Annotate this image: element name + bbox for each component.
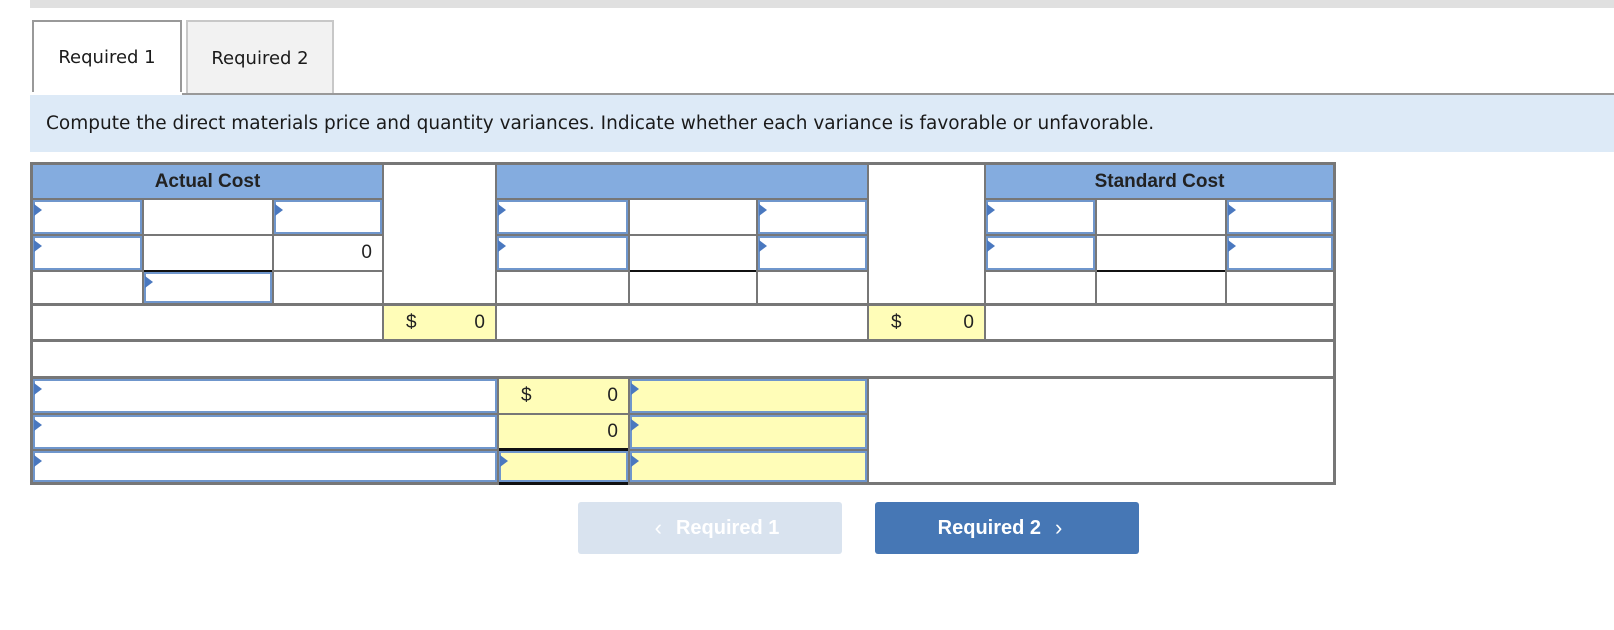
actual-row3-col2-input[interactable] — [144, 272, 272, 303]
standard-row2-col1-input[interactable] — [986, 236, 1095, 270]
actual-row3-col1 — [33, 272, 142, 303]
actual-row1-col2 — [144, 200, 272, 234]
middle-row1-col2 — [630, 200, 756, 234]
variance-empty-area — [869, 379, 1333, 482]
actual-row3-col3 — [274, 272, 382, 303]
standard-total: $ 0 — [869, 306, 984, 339]
actual-row2-col2 — [144, 236, 272, 270]
actual-total-currency: $ — [406, 311, 417, 333]
standard-row3-col2 — [1097, 272, 1225, 303]
variance-amount-1: $ 0 — [499, 379, 628, 413]
variance-type-select-1[interactable] — [630, 379, 867, 413]
variance-double-underline — [499, 482, 628, 485]
standard-row2-col2 — [1097, 236, 1225, 270]
variance-total-input[interactable] — [499, 451, 628, 482]
actual-row1-col1-input[interactable] — [33, 200, 142, 234]
actual-row1-col3-input[interactable] — [274, 200, 382, 234]
totals-row-middle — [497, 306, 867, 339]
middle-row1-col3-input[interactable] — [758, 200, 867, 234]
spacer-column-2 — [869, 165, 984, 303]
chevron-right-icon: › — [1055, 515, 1063, 540]
totals-row-right — [986, 306, 1333, 339]
variance-label-input-3[interactable] — [33, 451, 497, 482]
actual-cost-header: Actual Cost — [33, 165, 382, 198]
standard-cost-header: Standard Cost — [986, 165, 1333, 198]
prev-button-label: Required 1 — [675, 516, 780, 539]
standard-cost-header-label: Standard Cost — [1094, 170, 1225, 192]
tab-required-2[interactable]: Required 2 — [186, 20, 334, 94]
actual-row2-col1-input[interactable] — [33, 236, 142, 270]
variance-amount-1-value: 0 — [607, 385, 618, 406]
standard-total-currency: $ — [891, 311, 902, 333]
variance-amount-2: 0 — [499, 415, 628, 449]
chevron-left-icon: ‹ — [654, 515, 662, 540]
instructions-text: Compute the direct materials price and q… — [46, 113, 1155, 134]
tab-label: Required 2 — [211, 47, 309, 69]
standard-total-value: 0 — [963, 311, 974, 333]
variance-type-select-2[interactable] — [630, 415, 867, 449]
middle-row2-col3-input[interactable] — [758, 236, 867, 270]
next-button-label: Required 2 — [937, 516, 1042, 539]
middle-row2-col2 — [630, 236, 756, 270]
spacer-row — [33, 342, 1333, 376]
actual-row2-value: 0 — [361, 242, 372, 263]
actual-row2-col3: 0 — [274, 236, 382, 270]
variance-label-input-2[interactable] — [33, 415, 497, 449]
middle-row1-col1-input[interactable] — [497, 200, 628, 234]
next-required-2-button[interactable]: Required 2 › — [875, 502, 1139, 554]
standard-row2-col3-input[interactable] — [1227, 236, 1333, 270]
spacer-column-1 — [384, 165, 495, 303]
instructions: Compute the direct materials price and q… — [30, 95, 1614, 152]
standard-row1-col2 — [1097, 200, 1225, 234]
variance-label-input-1[interactable] — [33, 379, 497, 413]
tab-label: Required 1 — [58, 46, 156, 68]
standard-row1-col3-input[interactable] — [1227, 200, 1333, 234]
standard-row3-col3 — [1227, 272, 1333, 303]
actual-cost-header-label: Actual Cost — [154, 170, 261, 192]
standard-row3-col1 — [986, 272, 1095, 303]
standard-row1-col1-input[interactable] — [986, 200, 1095, 234]
variance-amount-1-currency: $ — [521, 385, 532, 406]
variance-amount-2-value: 0 — [607, 421, 618, 442]
actual-total: $ 0 — [384, 306, 495, 339]
middle-row3-col2 — [630, 272, 756, 303]
middle-row3-col1 — [497, 272, 628, 303]
totals-row-left — [33, 306, 382, 339]
middle-row2-col1-input[interactable] — [497, 236, 628, 270]
prev-required-1-button[interactable]: ‹ Required 1 — [578, 502, 842, 554]
tab-required-1[interactable]: Required 1 — [32, 20, 182, 92]
actual-total-value: 0 — [474, 311, 485, 333]
middle-row3-col3 — [758, 272, 867, 303]
top-bar — [30, 0, 1614, 8]
variance-type-select-3[interactable] — [630, 451, 867, 482]
middle-header — [497, 165, 867, 198]
